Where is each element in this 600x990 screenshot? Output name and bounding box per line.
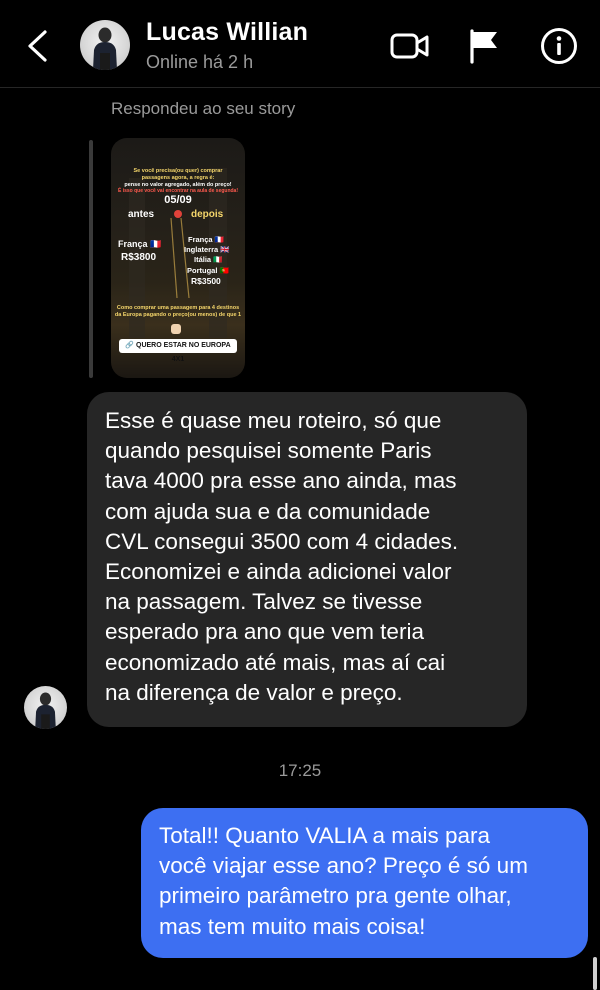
- person-photo-icon: [93, 27, 117, 70]
- contact-name[interactable]: Lucas Willian: [146, 18, 308, 47]
- story-intro-2: passagens agora, a regra é:: [141, 175, 215, 181]
- message-line: tava 4000 pra esse ano ainda, mas: [105, 468, 457, 494]
- message-line: Total!! Quanto VALIA a mais para: [159, 823, 491, 848]
- back-button[interactable]: [22, 28, 52, 64]
- info-icon: [541, 28, 577, 64]
- story-reply-label: Respondeu ao seu story: [111, 99, 296, 118]
- incoming-message-bubble[interactable]: Esse é quase meu roteiro, só que quando …: [87, 392, 527, 727]
- video-call-button[interactable]: [388, 24, 432, 68]
- story-date: 05/09: [164, 194, 192, 206]
- story-before-label: antes: [128, 209, 155, 220]
- avatar[interactable]: [80, 20, 130, 70]
- story-intro-1: Se você precisa(ou quer) comprar: [133, 168, 223, 174]
- message-line: economizado até mais, mas aí cai: [105, 649, 446, 675]
- message-line: na passagem. Talvez se tivesse: [105, 589, 423, 615]
- story-after-price: R$3500: [191, 276, 221, 286]
- message-line: você viajar esse ano? Preço é só um: [159, 853, 528, 879]
- story-after-country-4: Portugal 🇵🇹: [187, 266, 229, 275]
- report-button[interactable]: [462, 24, 506, 68]
- story-footer-1: Como comprar uma passagem para 4 destino…: [116, 305, 240, 311]
- story-reply-indicator: [89, 140, 93, 378]
- sender-avatar[interactable]: [24, 686, 67, 729]
- outgoing-message-bubble[interactable]: Total!! Quanto VALIA a mais para você vi…: [141, 808, 588, 958]
- message-line: Economizei e ainda adicionei valor: [105, 559, 452, 585]
- contact-status: Online há 2 h: [146, 52, 254, 72]
- person-photo-icon: [35, 692, 56, 729]
- flag-icon: [470, 29, 497, 64]
- story-after-country-1: França 🇫🇷: [188, 235, 225, 244]
- message-line: primeiro parâmetro pra gente olhar,: [159, 883, 512, 909]
- message-line: CVL consegui 3500 com 4 cidades.: [105, 528, 459, 554]
- chat-header: Lucas Willian Online há 2 h: [0, 0, 600, 88]
- message-line: esperado pra ano que vem teria: [105, 619, 424, 645]
- story-after-country-3: Itália 🇮🇹: [194, 255, 223, 264]
- message-line: Esse é quase meu roteiro, só que: [105, 408, 442, 433]
- story-cta-link: 🔗 QUERO ESTAR NO EUROPA 4X1: [119, 339, 237, 363]
- story-after-label: depois: [191, 209, 224, 220]
- message-line: com ajuda sua e da comunidade: [105, 498, 431, 524]
- message-line: quando pesquisei somente Paris: [105, 438, 432, 464]
- chevron-left-icon: [28, 30, 47, 62]
- story-footer-2: da Europa pagando o preço(ou menos) de q…: [114, 312, 242, 318]
- message-timestamp: 17:25: [278, 761, 322, 780]
- video-call-icon: [390, 33, 429, 59]
- info-button[interactable]: [537, 24, 581, 68]
- story-before-price: R$3800: [121, 252, 157, 263]
- message-line: mas tem muito mais coisa!: [159, 913, 426, 939]
- story-thumbnail[interactable]: Se você precisa(ou quer) comprar passage…: [111, 138, 245, 378]
- message-line: na diferença de valor e preço.: [105, 679, 403, 705]
- scrollbar[interactable]: [593, 957, 597, 990]
- story-before-country: França 🇫🇷: [118, 239, 162, 249]
- story-after-country-2: Inglaterra 🇬🇧: [184, 245, 230, 254]
